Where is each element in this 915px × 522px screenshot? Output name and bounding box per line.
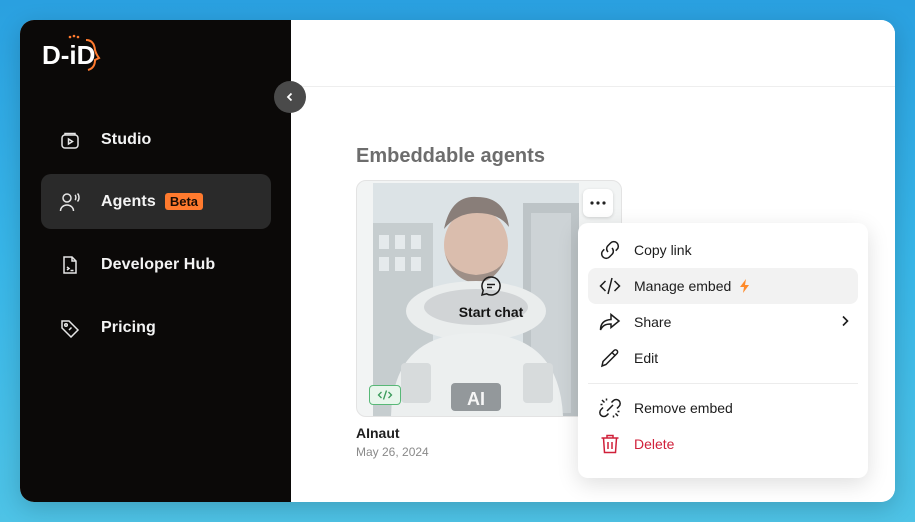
sidebar-item-label: Studio [101,130,152,148]
menu-item-label: Remove embed [634,400,733,416]
pencil-icon [598,346,622,370]
start-chat-button[interactable]: Start chat [456,274,526,320]
studio-icon [59,129,81,151]
chat-bubble-icon [480,276,501,297]
sidebar: D-iD Studio Agents Beta Developer Hub Pr… [20,20,291,502]
menu-item-manage-embed[interactable]: Manage embed [588,268,858,304]
menu-item-label: Manage embed [634,278,732,294]
sidebar-item-developer-hub[interactable]: Developer Hub [41,237,271,292]
menu-item-label: Edit [634,350,659,366]
agents-icon [59,191,81,213]
menu-divider [588,383,858,384]
app-window: D-iD Studio Agents Beta Developer Hub Pr… [20,20,895,502]
start-chat-label: Start chat [458,304,524,320]
chevron-left-icon [286,92,293,102]
collapse-sidebar-button[interactable] [274,81,306,113]
sidebar-item-agents[interactable]: Agents Beta [41,174,271,229]
code-icon [377,390,393,400]
more-options-button[interactable] [583,189,613,217]
sidebar-item-pricing[interactable]: Pricing [41,300,271,355]
bolt-icon [740,279,750,293]
d-id-logo[interactable]: D-iD [42,34,102,76]
sidebar-item-label: Agents [101,192,156,210]
unlink-icon [598,396,622,420]
trash-icon [598,432,622,456]
menu-item-label: Share [634,314,672,330]
share-icon [598,310,622,334]
sidebar-item-label: Pricing [101,318,156,336]
menu-item-delete[interactable]: Delete [588,426,858,462]
link-icon [598,238,622,262]
pricing-tag-icon [59,317,81,339]
top-bar [291,20,895,87]
agent-date: May 26, 2024 [356,445,429,459]
agent-name: AInaut [356,425,400,441]
sidebar-item-label: Developer Hub [101,255,216,273]
beta-badge: Beta [164,193,204,210]
menu-item-share[interactable]: Share [588,304,858,340]
menu-item-remove-embed[interactable]: Remove embed [588,390,858,426]
svg-text:D-iD: D-iD [42,40,95,70]
menu-item-label: Delete [634,436,675,452]
code-icon [598,274,622,298]
context-menu: Copy link Manage embed Share Edit Remove… [578,223,868,478]
developer-hub-icon [59,254,81,276]
menu-item-copy-link[interactable]: Copy link [588,232,858,268]
page-title: Embeddable agents [356,145,545,167]
more-dots-icon [590,201,606,205]
menu-item-label: Copy link [634,242,692,258]
sidebar-item-studio[interactable]: Studio [41,112,271,167]
chevron-right-icon [842,315,849,327]
embed-badge [369,385,401,405]
menu-item-edit[interactable]: Edit [588,340,858,376]
